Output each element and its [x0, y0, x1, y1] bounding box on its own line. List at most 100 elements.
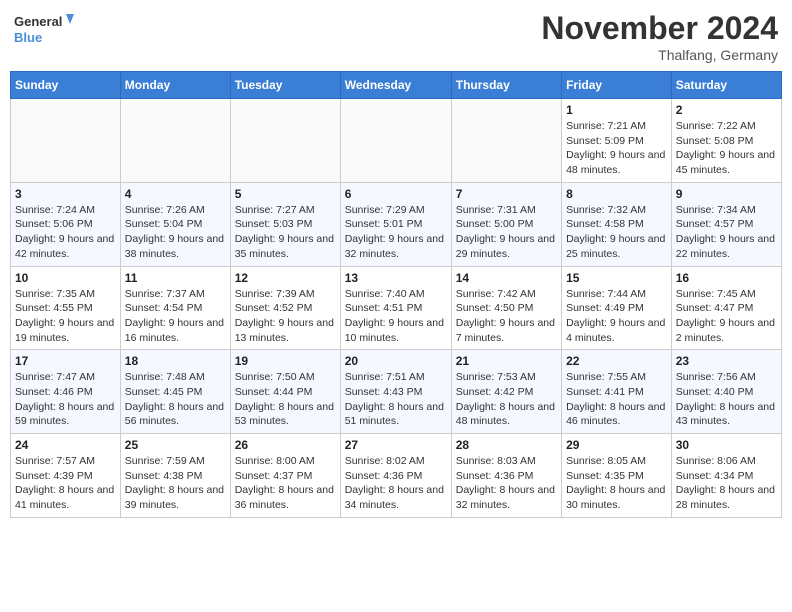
col-friday: Friday — [562, 72, 672, 99]
day-number: 30 — [676, 438, 777, 452]
day-number: 5 — [235, 187, 336, 201]
day-info: Sunrise: 7:39 AM Sunset: 4:52 PM Dayligh… — [235, 287, 336, 346]
day-number: 16 — [676, 271, 777, 285]
calendar-cell: 12 Sunrise: 7:39 AM Sunset: 4:52 PM Dayli… — [230, 266, 340, 350]
day-info: Sunrise: 8:06 AM Sunset: 4:34 PM Dayligh… — [676, 454, 777, 513]
calendar-cell: 1 Sunrise: 7:21 AM Sunset: 5:09 PM Daylig… — [562, 99, 672, 183]
svg-text:Blue: Blue — [14, 30, 42, 45]
day-info: Sunrise: 7:29 AM Sunset: 5:01 PM Dayligh… — [345, 203, 447, 262]
calendar-cell: 21 Sunrise: 7:53 AM Sunset: 4:42 PM Dayli… — [451, 350, 561, 434]
day-info: Sunrise: 7:45 AM Sunset: 4:47 PM Dayligh… — [676, 287, 777, 346]
day-number: 11 — [125, 271, 226, 285]
calendar-cell: 27 Sunrise: 8:02 AM Sunset: 4:36 PM Dayli… — [340, 434, 451, 518]
day-number: 17 — [15, 354, 116, 368]
day-info: Sunrise: 7:55 AM Sunset: 4:41 PM Dayligh… — [566, 370, 667, 429]
calendar-cell: 20 Sunrise: 7:51 AM Sunset: 4:43 PM Dayli… — [340, 350, 451, 434]
col-saturday: Saturday — [671, 72, 781, 99]
day-info: Sunrise: 7:56 AM Sunset: 4:40 PM Dayligh… — [676, 370, 777, 429]
day-number: 2 — [676, 103, 777, 117]
calendar-cell: 26 Sunrise: 8:00 AM Sunset: 4:37 PM Dayli… — [230, 434, 340, 518]
calendar-cell: 5 Sunrise: 7:27 AM Sunset: 5:03 PM Daylig… — [230, 182, 340, 266]
calendar: Sunday Monday Tuesday Wednesday Thursday… — [10, 71, 782, 518]
calendar-cell: 2 Sunrise: 7:22 AM Sunset: 5:08 PM Daylig… — [671, 99, 781, 183]
calendar-cell — [451, 99, 561, 183]
day-number: 9 — [676, 187, 777, 201]
calendar-cell: 16 Sunrise: 7:45 AM Sunset: 4:47 PM Dayli… — [671, 266, 781, 350]
day-number: 26 — [235, 438, 336, 452]
day-number: 3 — [15, 187, 116, 201]
day-number: 28 — [456, 438, 557, 452]
calendar-cell: 24Sunrise: 7:57 AM Sunset: 4:39 PM Dayli… — [11, 434, 121, 518]
calendar-cell: 22 Sunrise: 7:55 AM Sunset: 4:41 PM Dayli… — [562, 350, 672, 434]
calendar-cell: 13Sunrise: 7:40 AM Sunset: 4:51 PM Dayli… — [340, 266, 451, 350]
calendar-cell: 17 Sunrise: 7:47 AM Sunset: 4:46 PM Dayli… — [11, 350, 121, 434]
day-number: 21 — [456, 354, 557, 368]
day-info: Sunrise: 8:00 AM Sunset: 4:37 PM Dayligh… — [235, 454, 336, 513]
day-info: Sunrise: 7:50 AM Sunset: 4:44 PM Dayligh… — [235, 370, 336, 429]
calendar-cell: 7 Sunrise: 7:31 AM Sunset: 5:00 PM Daylig… — [451, 182, 561, 266]
calendar-cell: 9 Sunrise: 7:34 AM Sunset: 4:57 PM Daylig… — [671, 182, 781, 266]
calendar-week-3: 10 Sunrise: 7:35 AM Sunset: 4:55 PM Dayli… — [11, 266, 782, 350]
day-number: 23 — [676, 354, 777, 368]
day-number: 24 — [15, 438, 116, 452]
calendar-cell — [11, 99, 121, 183]
calendar-week-2: 3 Sunrise: 7:24 AM Sunset: 5:06 PM Daylig… — [11, 182, 782, 266]
day-info: Sunrise: 7:26 AM Sunset: 5:04 PM Dayligh… — [125, 203, 226, 262]
month-title: November 2024 — [541, 10, 778, 47]
day-number: 12 — [235, 271, 336, 285]
day-info: Sunrise: 7:27 AM Sunset: 5:03 PM Dayligh… — [235, 203, 336, 262]
calendar-cell: 15 Sunrise: 7:44 AM Sunset: 4:49 PM Dayli… — [562, 266, 672, 350]
day-info: Sunrise: 7:40 AM Sunset: 4:51 PM Dayligh… — [345, 287, 447, 346]
day-number: 10 — [15, 271, 116, 285]
day-info: Sunrise: 7:37 AM Sunset: 4:54 PM Dayligh… — [125, 287, 226, 346]
calendar-cell — [120, 99, 230, 183]
day-info: Sunrise: 7:24 AM Sunset: 5:06 PM Dayligh… — [15, 203, 116, 262]
calendar-cell: 3 Sunrise: 7:24 AM Sunset: 5:06 PM Daylig… — [11, 182, 121, 266]
day-number: 25 — [125, 438, 226, 452]
calendar-cell: 18 Sunrise: 7:48 AM Sunset: 4:45 PM Dayli… — [120, 350, 230, 434]
title-block: November 2024 Thalfang, Germany — [541, 10, 778, 63]
day-number: 18 — [125, 354, 226, 368]
col-wednesday: Wednesday — [340, 72, 451, 99]
day-info: Sunrise: 7:42 AM Sunset: 4:50 PM Dayligh… — [456, 287, 557, 346]
day-info: Sunrise: 7:31 AM Sunset: 5:00 PM Dayligh… — [456, 203, 557, 262]
day-number: 15 — [566, 271, 667, 285]
day-info: Sunrise: 7:32 AM Sunset: 4:58 PM Dayligh… — [566, 203, 667, 262]
col-monday: Monday — [120, 72, 230, 99]
day-info: Sunrise: 7:22 AM Sunset: 5:08 PM Dayligh… — [676, 119, 777, 178]
calendar-week-4: 17 Sunrise: 7:47 AM Sunset: 4:46 PM Dayli… — [11, 350, 782, 434]
calendar-cell: 29 Sunrise: 8:05 AM Sunset: 4:35 PM Dayli… — [562, 434, 672, 518]
calendar-cell: 8 Sunrise: 7:32 AM Sunset: 4:58 PM Daylig… — [562, 182, 672, 266]
calendar-cell: 6 Sunrise: 7:29 AM Sunset: 5:01 PM Daylig… — [340, 182, 451, 266]
day-number: 27 — [345, 438, 447, 452]
day-number: 20 — [345, 354, 447, 368]
day-info: Sunrise: 8:03 AM Sunset: 4:36 PM Dayligh… — [456, 454, 557, 513]
day-info: Sunrise: 7:51 AM Sunset: 4:43 PM Dayligh… — [345, 370, 447, 429]
calendar-cell: 28 Sunrise: 8:03 AM Sunset: 4:36 PM Dayli… — [451, 434, 561, 518]
calendar-cell: 30 Sunrise: 8:06 AM Sunset: 4:34 PM Dayli… — [671, 434, 781, 518]
logo: General Blue — [14, 10, 74, 50]
day-info: Sunrise: 7:35 AM Sunset: 4:55 PM Dayligh… — [15, 287, 116, 346]
day-info: Sunrise: 8:05 AM Sunset: 4:35 PM Dayligh… — [566, 454, 667, 513]
day-number: 1 — [566, 103, 667, 117]
page-header: General Blue November 2024 Thalfang, Ger… — [10, 10, 782, 63]
day-info: Sunrise: 8:02 AM Sunset: 4:36 PM Dayligh… — [345, 454, 447, 513]
calendar-cell: 23 Sunrise: 7:56 AM Sunset: 4:40 PM Dayli… — [671, 350, 781, 434]
day-number: 29 — [566, 438, 667, 452]
calendar-cell: 14Sunrise: 7:42 AM Sunset: 4:50 PM Dayli… — [451, 266, 561, 350]
day-info: Sunrise: 7:47 AM Sunset: 4:46 PM Dayligh… — [15, 370, 116, 429]
day-number: 6 — [345, 187, 447, 201]
day-info: Sunrise: 7:44 AM Sunset: 4:49 PM Dayligh… — [566, 287, 667, 346]
calendar-cell: 11 Sunrise: 7:37 AM Sunset: 4:54 PM Dayli… — [120, 266, 230, 350]
calendar-week-5: 24Sunrise: 7:57 AM Sunset: 4:39 PM Dayli… — [11, 434, 782, 518]
day-info: Sunrise: 7:21 AM Sunset: 5:09 PM Dayligh… — [566, 119, 667, 178]
calendar-cell — [230, 99, 340, 183]
day-number: 7 — [456, 187, 557, 201]
day-number: 8 — [566, 187, 667, 201]
day-info: Sunrise: 7:48 AM Sunset: 4:45 PM Dayligh… — [125, 370, 226, 429]
day-info: Sunrise: 7:34 AM Sunset: 4:57 PM Dayligh… — [676, 203, 777, 262]
calendar-cell — [340, 99, 451, 183]
day-info: Sunrise: 7:53 AM Sunset: 4:42 PM Dayligh… — [456, 370, 557, 429]
calendar-cell: 10 Sunrise: 7:35 AM Sunset: 4:55 PM Dayli… — [11, 266, 121, 350]
day-number: 22 — [566, 354, 667, 368]
